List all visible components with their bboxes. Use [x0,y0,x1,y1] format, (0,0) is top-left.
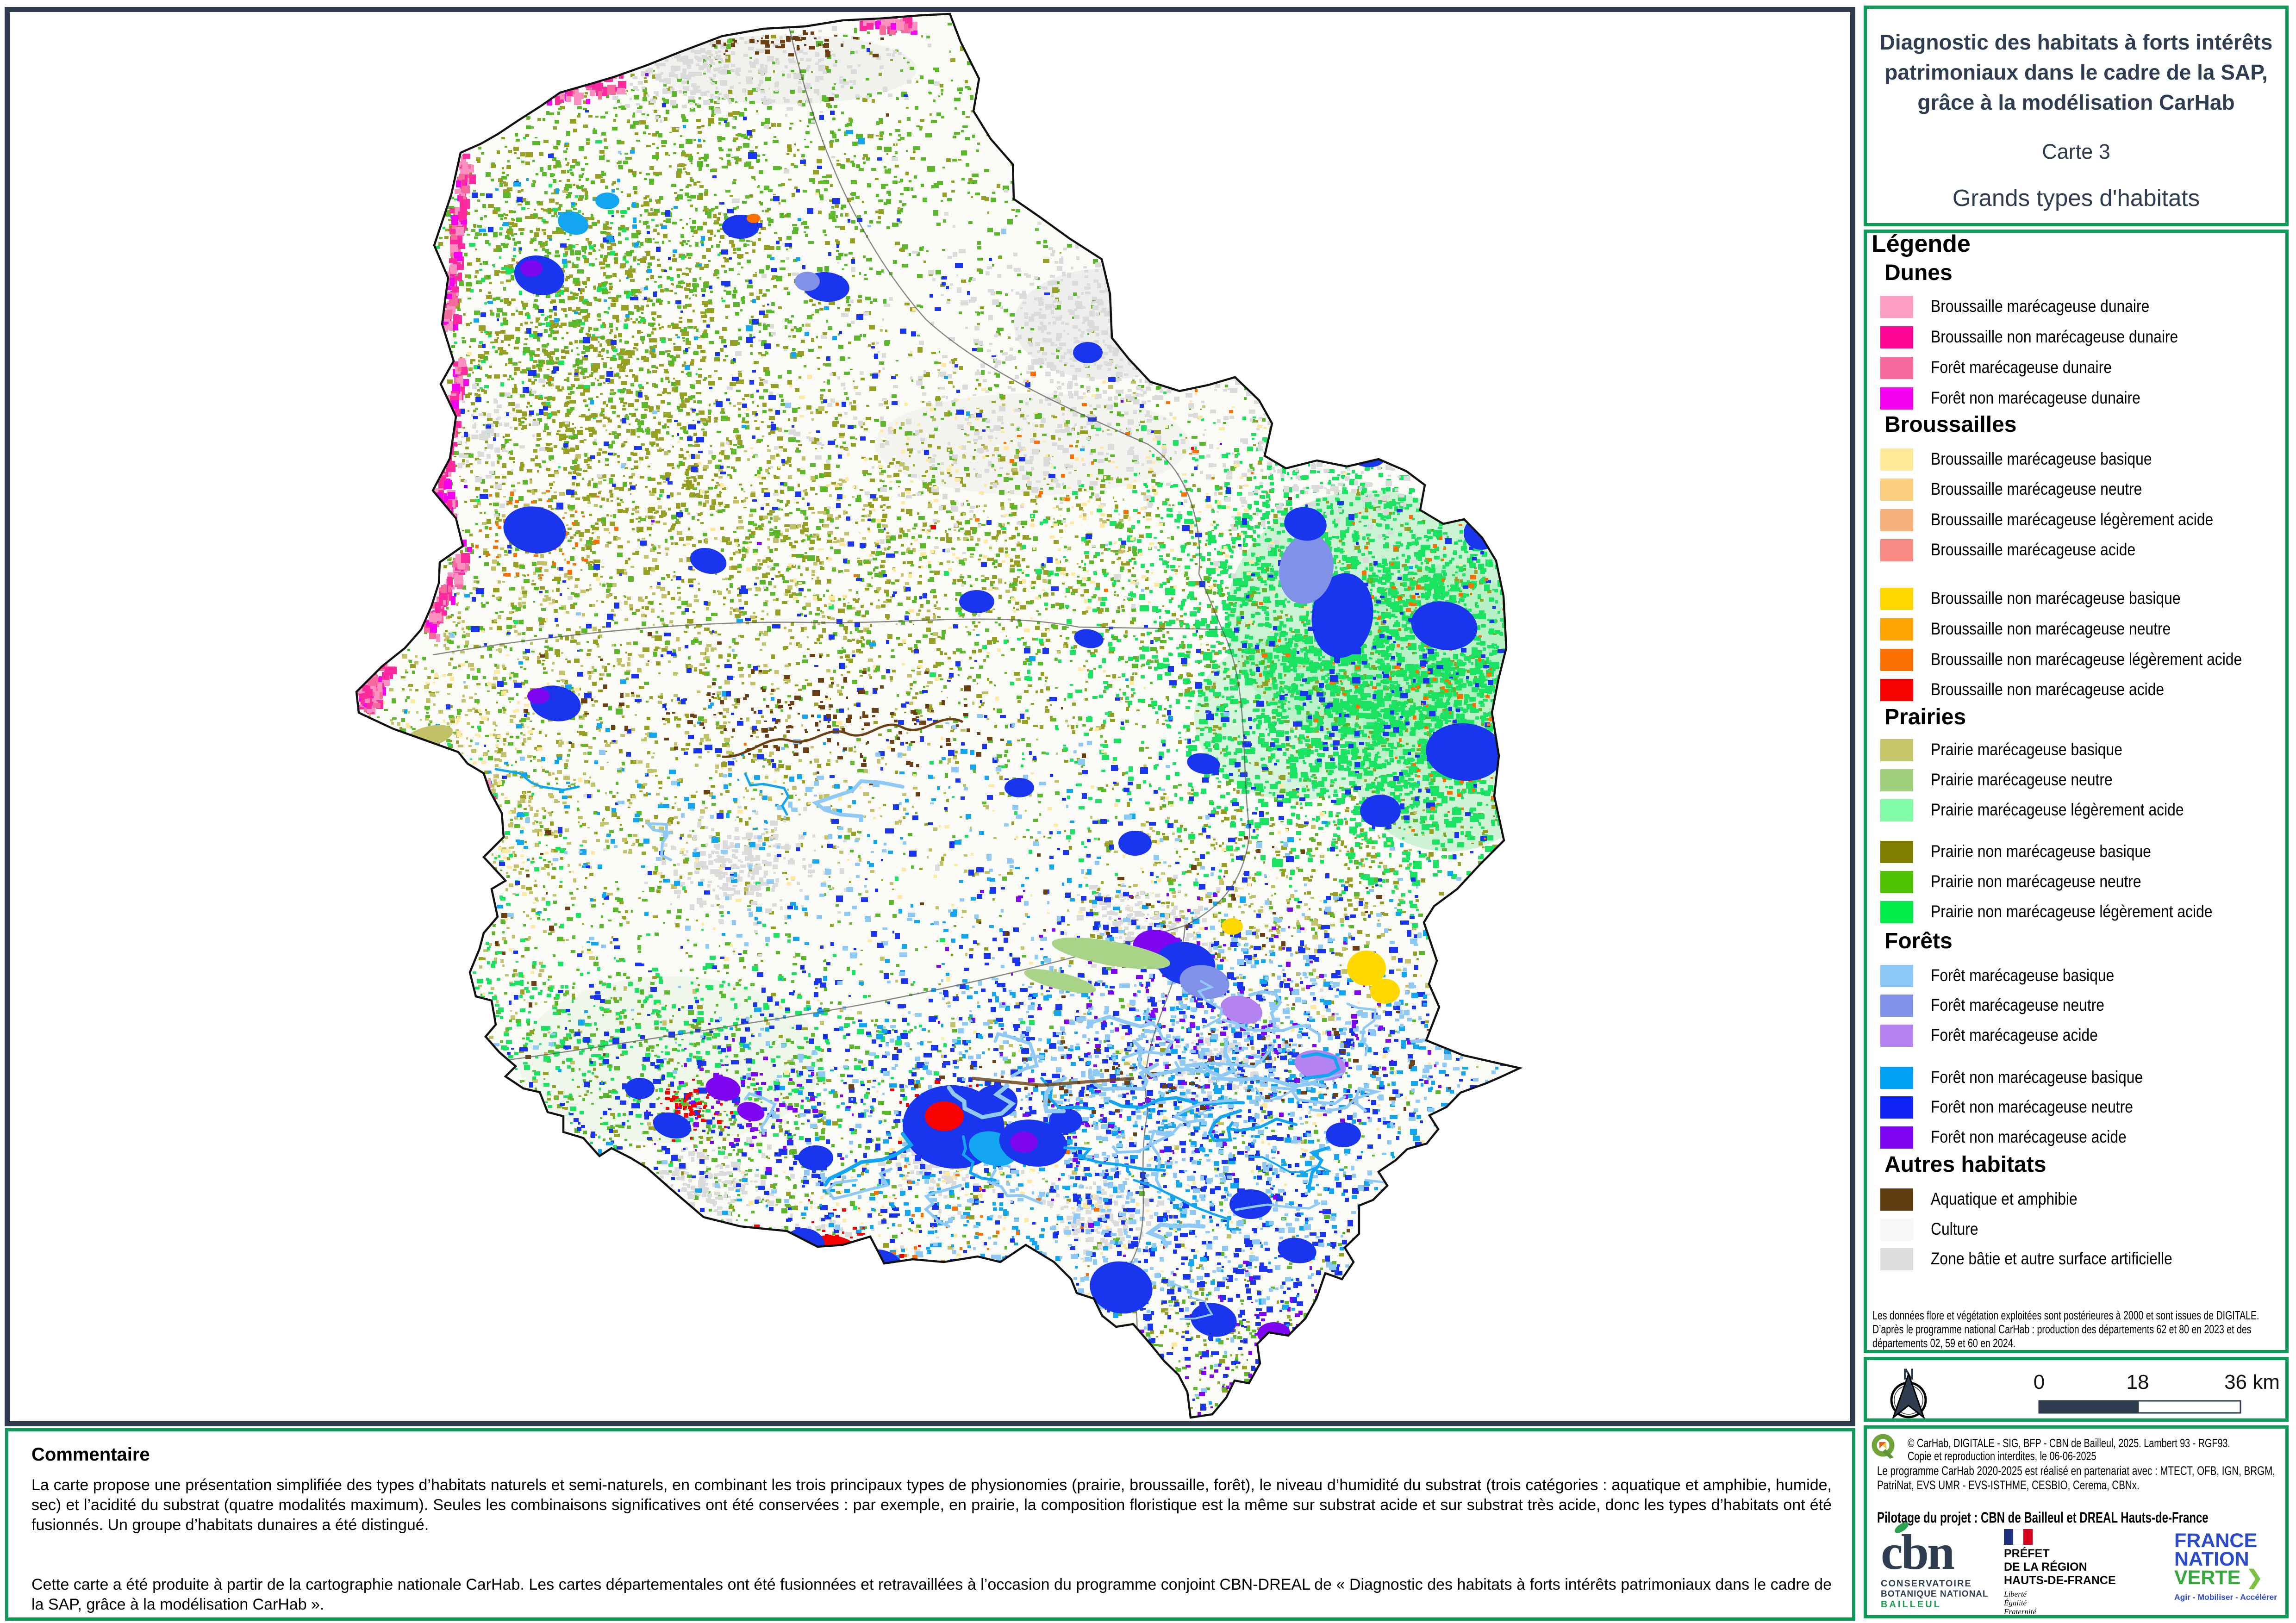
svg-text:36 km: 36 km [2224,1371,2280,1393]
svg-text:0: 0 [2034,1371,2045,1393]
svg-text:18: 18 [2127,1371,2149,1393]
